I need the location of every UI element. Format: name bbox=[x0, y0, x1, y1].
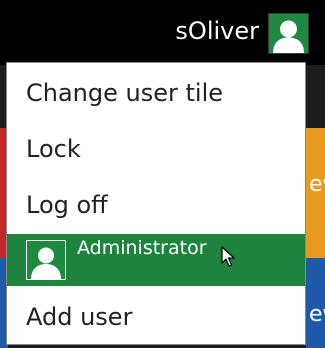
change-user-tile-menu-item[interactable]: Change user tile bbox=[7, 65, 305, 121]
current-username[interactable]: sOliver bbox=[175, 14, 259, 48]
switch-user-administrator-item[interactable]: Administrator bbox=[7, 234, 305, 286]
background-tile-orange-label: ew bbox=[309, 172, 325, 197]
administrator-avatar bbox=[26, 240, 66, 280]
background-tile-blue-label: ew bbox=[309, 302, 325, 327]
user-menu: Change user tile Lock Log off Administra… bbox=[6, 62, 306, 345]
mouse-pointer-icon bbox=[221, 246, 235, 268]
lock-menu-item[interactable]: Lock bbox=[7, 121, 305, 177]
administrator-label: Administrator bbox=[77, 237, 207, 259]
user-silhouette-icon bbox=[27, 241, 65, 279]
add-user-menu-item[interactable]: Add user bbox=[7, 289, 305, 345]
user-avatar-button[interactable] bbox=[268, 13, 309, 54]
log-off-menu-item[interactable]: Log off bbox=[7, 177, 305, 233]
user-silhouette-icon bbox=[269, 14, 308, 53]
